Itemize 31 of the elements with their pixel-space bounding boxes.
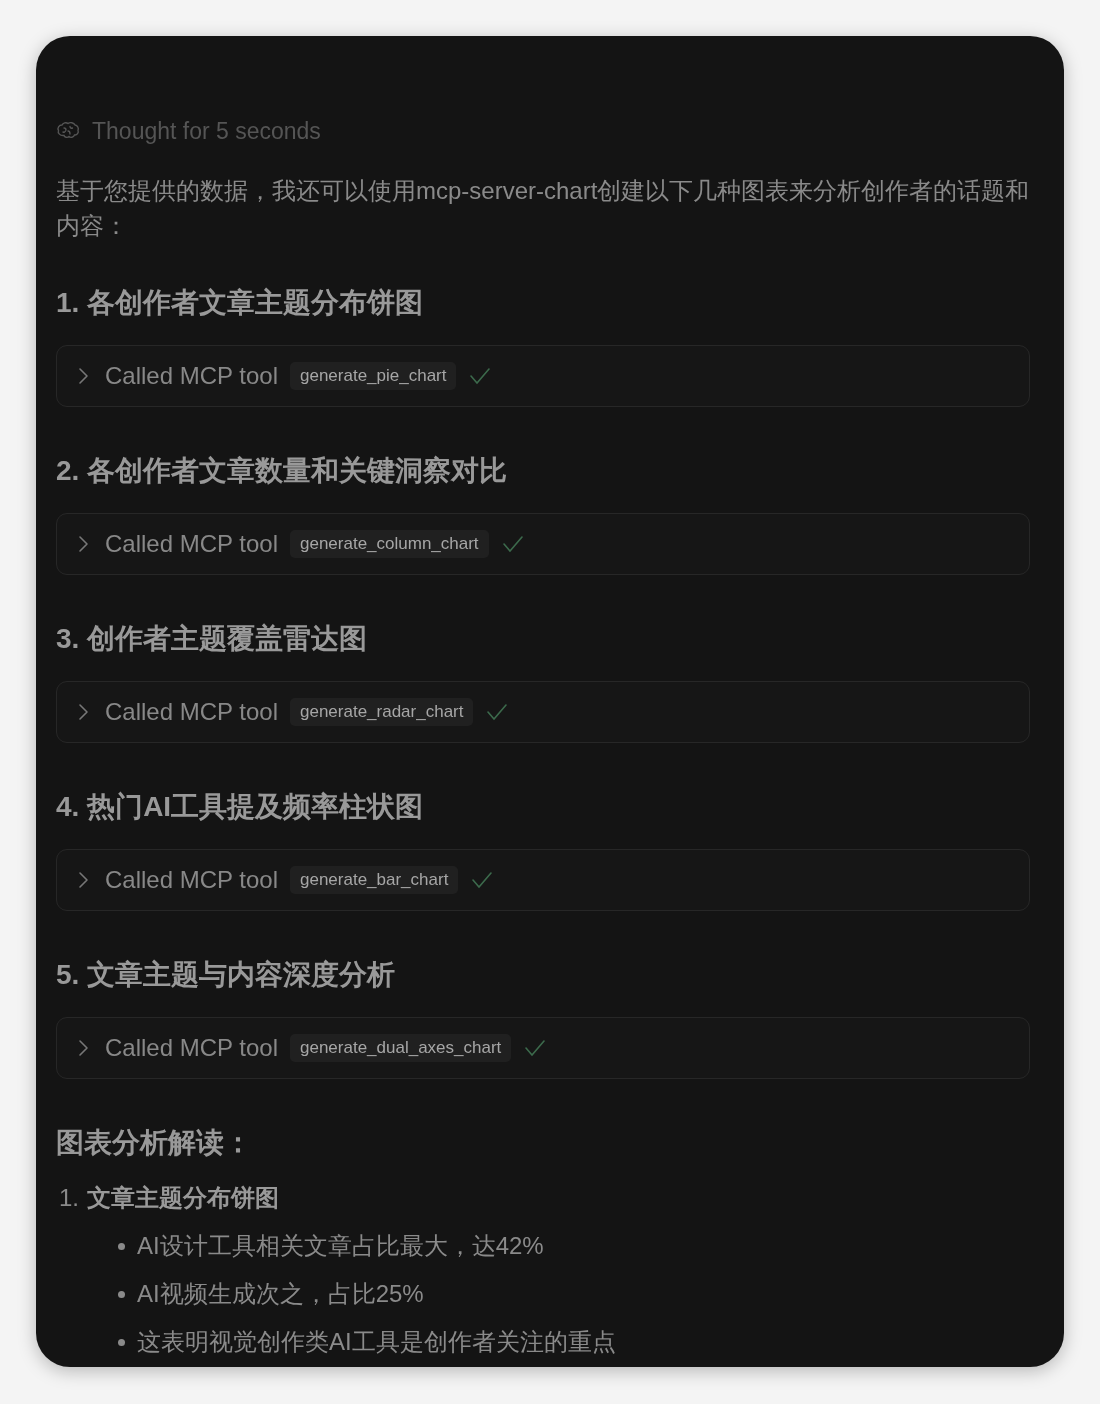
brain-icon [56,121,80,141]
tool-name: generate_bar_chart [289,866,459,894]
tool-name: generate_column_chart [289,530,489,558]
section-heading: 4. 热门AI工具提及频率柱状图 [56,790,425,824]
list-item-title: 文章主题分布饼图 [87,1183,279,1213]
tool-call-card[interactable]: Called MCP tool generate_column_chart [56,513,1030,575]
section-heading: 5. 文章主题与内容深度分析 [56,958,397,992]
bullet-icon [118,1242,125,1250]
tool-call-label: Called MCP tool [105,866,278,894]
bullet-icon [118,1338,125,1346]
tool-call-card[interactable]: Called MCP tool generate_pie_chart [56,345,1030,407]
section-heading: 2. 各创作者文章数量和关键洞察对比 [56,454,509,488]
bullet-text: 这表明视觉创作类AI工具是创作者关注的重点 [137,1327,616,1357]
analysis-heading: 图表分析解读： [56,1126,253,1160]
section-heading: 3. 创作者主题覆盖雷达图 [56,622,369,656]
intro-paragraph: 基于您提供的数据，我还可以使用mcp-server-chart创建以下几种图表来分析创作者的话题和内容： [56,176,1030,241]
tool-call-label: Called MCP tool [105,698,278,726]
bullet-text: AI视频生成次之，占比25% [137,1279,424,1309]
tool-name: generate_pie_chart [289,362,457,390]
tool-call-card[interactable]: Called MCP tool generate_dual_axes_chart [56,1017,1030,1079]
tool-name: generate_radar_chart [289,698,474,726]
tool-call-card[interactable]: Called MCP tool generate_bar_chart [56,849,1030,911]
bullet-text: AI设计工具相关文章占比最大，达42% [137,1231,544,1261]
bullet-icon [118,1290,125,1298]
tool-call-label: Called MCP tool [105,1034,278,1062]
tool-call-label: Called MCP tool [105,362,278,390]
list-number: 1. [59,1183,79,1213]
tool-call-label: Called MCP tool [105,530,278,558]
tool-name: generate_dual_axes_chart [289,1034,512,1062]
tool-call-card[interactable]: Called MCP tool generate_radar_chart [56,681,1030,743]
section-heading: 1. 各创作者文章主题分布饼图 [56,286,425,320]
